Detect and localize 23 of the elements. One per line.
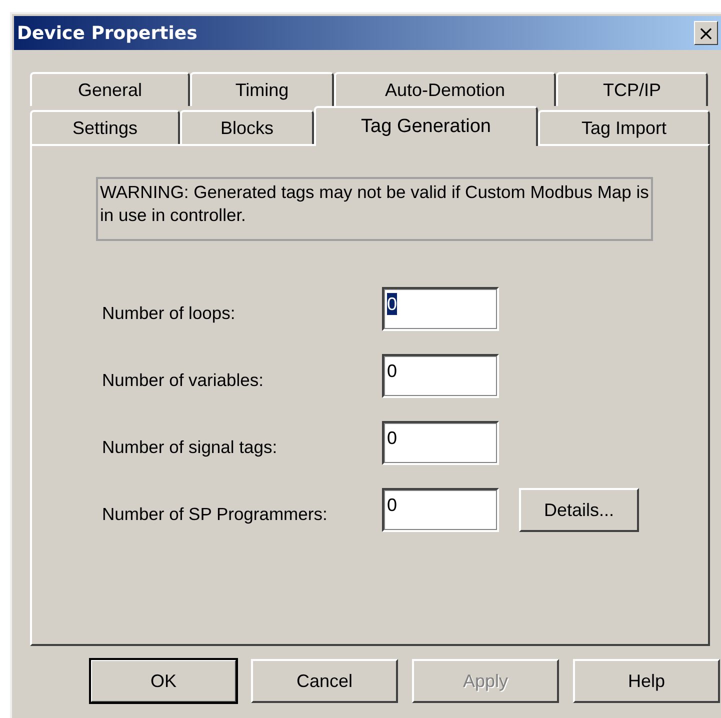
tab[interactable]: Auto-Demotion: [334, 72, 556, 106]
input-field[interactable]: 0: [382, 287, 499, 331]
tab[interactable]: TCP/IP: [556, 72, 708, 106]
field-label: Number of signal tags:: [101, 436, 278, 458]
dialog-button[interactable]: Cancel: [251, 659, 398, 703]
input-field[interactable]: 0: [382, 488, 499, 532]
dialog-button[interactable]: OK: [90, 659, 237, 703]
details-button[interactable]: Details...: [519, 488, 639, 532]
field-label: Number of loops:: [101, 302, 236, 324]
tab[interactable]: Tag Generation: [314, 106, 538, 146]
close-button[interactable]: ×: [694, 21, 718, 45]
input-field[interactable]: 0: [382, 354, 499, 398]
input-field[interactable]: 0: [382, 421, 499, 465]
tab[interactable]: Blocks: [180, 110, 314, 144]
window-title: Device Properties: [17, 22, 198, 44]
tab[interactable]: Timing: [190, 72, 334, 106]
dialog-button[interactable]: Help: [573, 659, 720, 703]
field-label: Number of SP Programmers:: [101, 504, 328, 524]
tab[interactable]: Tag Import: [538, 110, 710, 144]
field-label: Number of variables:: [101, 370, 264, 390]
tab[interactable]: General: [30, 72, 190, 106]
tab[interactable]: Settings: [30, 110, 180, 144]
warning-text: WARNING: Generated tags may not be valid if Custom Modbus Map is in use in controller.: [96, 177, 653, 241]
